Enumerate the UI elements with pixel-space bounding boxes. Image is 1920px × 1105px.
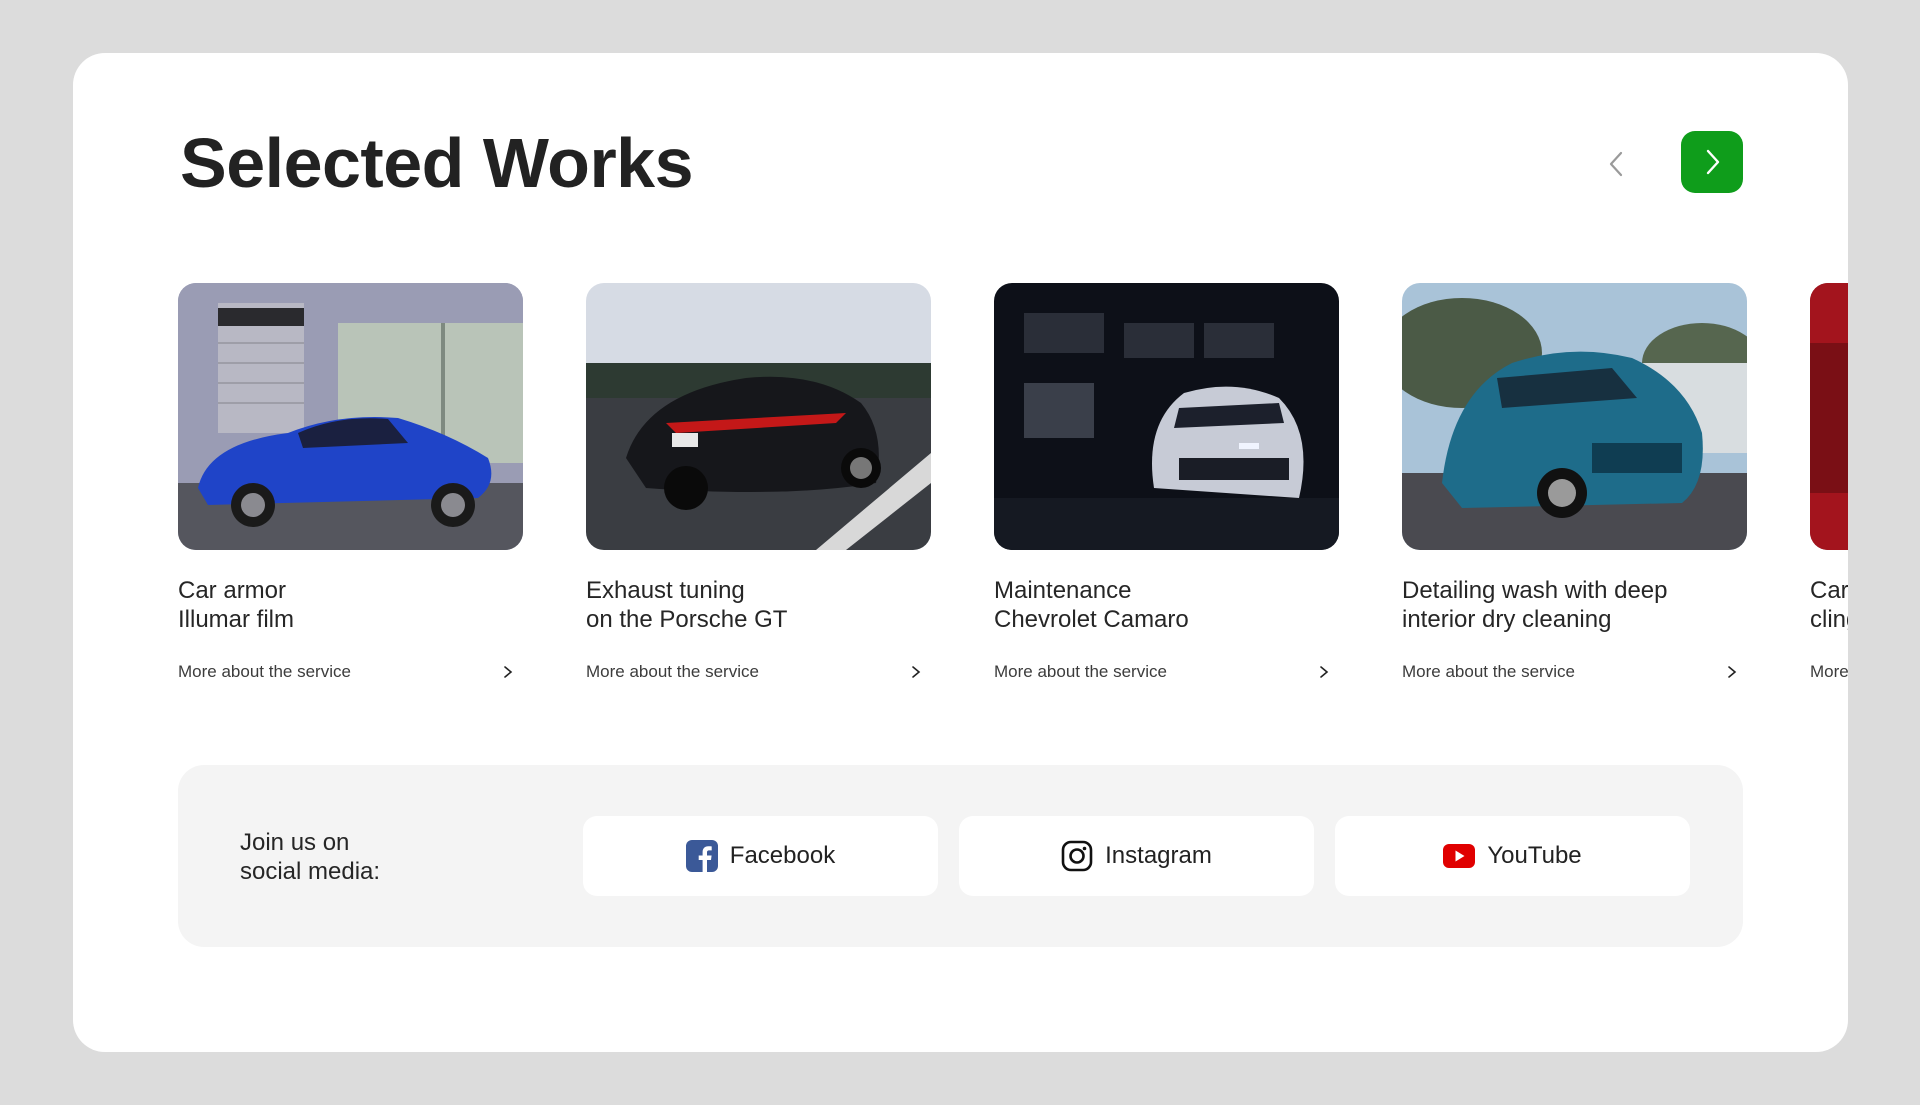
social-media-label: Join us on social media: — [240, 829, 381, 885]
instagram-label: Instagram — [1105, 842, 1212, 869]
youtube-icon — [1443, 840, 1476, 872]
social-media-bar: Join us on social media: Facebook Instag… — [178, 765, 1743, 947]
work-card[interactable]: Car armor cling film More about the serv… — [1810, 283, 1848, 682]
more-about-service-link[interactable]: More about the service — [1810, 662, 1848, 682]
work-photo — [1402, 283, 1747, 550]
facebook-button[interactable]: Facebook — [583, 816, 938, 896]
facebook-icon — [685, 840, 718, 872]
chevron-right-icon — [504, 666, 513, 678]
selected-works-panel: Selected Works Car armor Illumar film Mo… — [73, 53, 1848, 1052]
instagram-button[interactable]: Instagram — [959, 816, 1314, 896]
chevron-left-icon — [1609, 151, 1623, 177]
work-card[interactable]: Car armor Illumar film More about the se… — [178, 283, 523, 682]
section-title: Selected Works — [180, 124, 694, 202]
chevron-right-icon — [912, 666, 921, 678]
instagram-icon — [1061, 840, 1093, 872]
work-card[interactable]: Maintenance Chevrolet Camaro More about … — [994, 283, 1339, 682]
work-title: Exhaust tuning on the Porsche GT — [586, 577, 788, 633]
youtube-button[interactable]: YouTube — [1335, 816, 1690, 896]
chevron-right-icon — [1728, 666, 1737, 678]
more-about-service-link[interactable]: More about the service — [178, 662, 523, 682]
work-title: Maintenance Chevrolet Camaro — [994, 577, 1189, 633]
work-card[interactable]: Detailing wash with deep interior dry cl… — [1402, 283, 1747, 682]
work-title: Car armor Illumar film — [178, 577, 295, 633]
work-title: Detailing wash with deep interior dry cl… — [1402, 577, 1668, 633]
more-about-service-link[interactable]: More about the service — [994, 662, 1339, 682]
facebook-label: Facebook — [729, 842, 836, 869]
chevron-right-icon — [1320, 666, 1329, 678]
more-about-service-link[interactable]: More about the service — [586, 662, 931, 682]
carousel-prev-button[interactable] — [1586, 133, 1648, 195]
work-photo — [1810, 283, 1848, 550]
carousel-next-button[interactable] — [1681, 131, 1743, 193]
chevron-right-icon — [1706, 149, 1720, 175]
work-title: Car armor cling film — [1810, 577, 1848, 633]
work-photo — [994, 283, 1339, 550]
work-photo — [586, 283, 931, 550]
more-about-service-link[interactable]: More about the service — [1402, 662, 1747, 682]
youtube-label: YouTube — [1487, 842, 1582, 869]
works-carousel: Car armor Illumar film More about the se… — [178, 283, 1848, 743]
work-photo — [178, 283, 523, 550]
work-card[interactable]: Exhaust tuning on the Porsche GT More ab… — [586, 283, 931, 682]
